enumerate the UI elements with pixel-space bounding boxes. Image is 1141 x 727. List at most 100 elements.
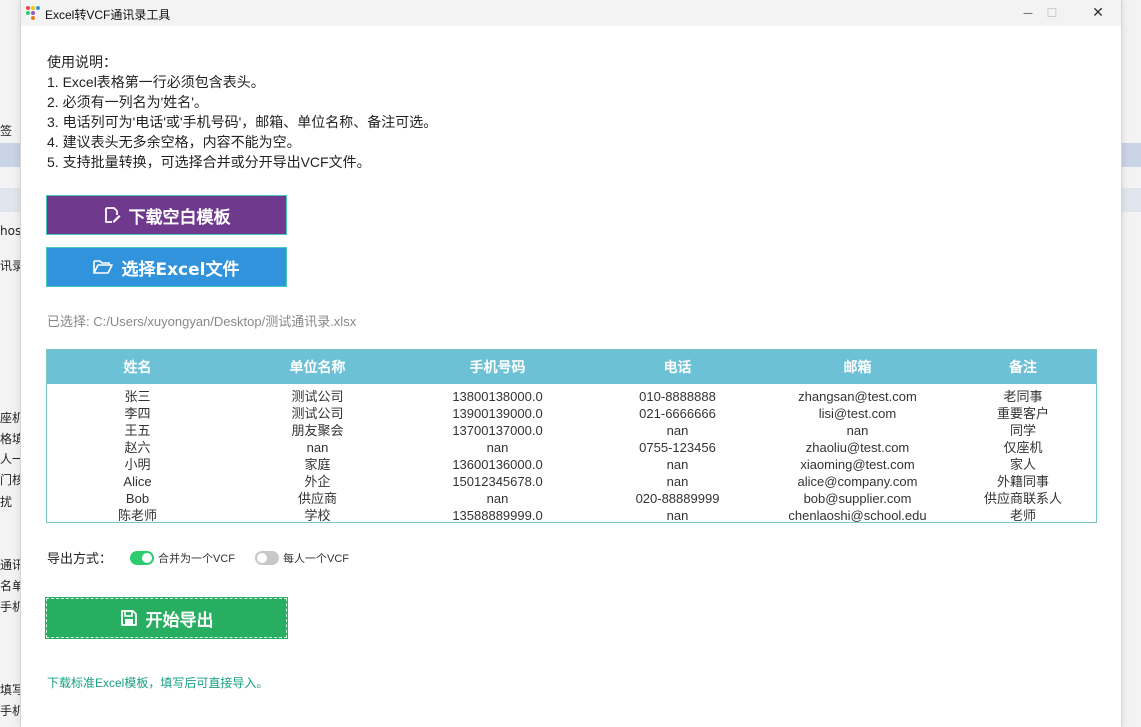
column-header[interactable]: 手机号码 (407, 350, 588, 384)
folder-open-icon (93, 260, 114, 274)
merge-vcf-label[interactable]: 合并为一个VCF (158, 550, 235, 566)
table-cell: 家庭 (304, 457, 331, 472)
background-text: 扰 (0, 495, 13, 509)
export-mode-label: 导出方式： (47, 551, 113, 566)
instructions-heading: 使用说明： (47, 54, 117, 70)
download-template-label: 下载空白模板 (128, 207, 231, 228)
table-cell: 供应商联系人 (983, 491, 1062, 506)
start-export-button[interactable]: 开始导出 (45, 597, 288, 639)
table-header-row: 姓名 单位名称 手机号码 电话 邮箱 备注 (47, 350, 1096, 384)
select-excel-label: 选择Excel文件 (121, 259, 240, 280)
maximize-button[interactable]: ☐ (1029, 0, 1075, 26)
table-cell: 测试公司 (291, 389, 344, 404)
table-row[interactable]: 王五 朋友聚会 13700137000.0 nan nan 同学 (47, 422, 1096, 439)
table-cell: 15012345678.0 (452, 474, 543, 489)
table-cell: 13800138000.0 (452, 389, 543, 404)
table-cell: nan (306, 440, 329, 455)
table-cell: 020-88889999 (635, 491, 720, 506)
maximize-icon: ☐ (1046, 6, 1058, 20)
edit-document-icon (104, 207, 120, 223)
select-excel-button[interactable]: 选择Excel文件 (46, 247, 287, 287)
table-row[interactable]: 张三 测试公司 13800138000.0 010-8888888 zhangs… (47, 388, 1096, 405)
table-cell: 测试公司 (291, 406, 344, 421)
table-cell: Alice (123, 474, 152, 489)
background-text: 签 (0, 124, 13, 138)
separate-vcf-toggle[interactable] (255, 550, 280, 565)
table-cell: nan (486, 491, 509, 506)
save-icon (120, 610, 137, 626)
background-text: hos (0, 224, 22, 238)
table-cell: alice@company.com (797, 474, 918, 489)
table-cell: 13700137000.0 (452, 423, 543, 438)
table-cell: nan (666, 508, 689, 523)
table-cell: nan (666, 423, 689, 438)
table-row[interactable]: 小明 家庭 13600136000.0 nan xiaoming@test.co… (47, 456, 1096, 473)
table-cell: 小明 (124, 457, 151, 472)
start-export-label: 开始导出 (145, 610, 214, 631)
data-preview-table[interactable]: 姓名 单位名称 手机号码 电话 邮箱 备注 张三 测试公司 1380013800… (46, 349, 1097, 523)
separate-vcf-label[interactable]: 每人一个VCF (283, 550, 349, 566)
column-header[interactable]: 备注 (948, 350, 1096, 384)
table-cell: 021-6666666 (639, 406, 716, 421)
table-cell: 重要客户 (996, 406, 1049, 421)
table-row[interactable]: 赵六 nan nan 0755-123456 zhaoliu@test.com … (47, 439, 1096, 456)
background-text: 座机 (0, 411, 22, 425)
background-text: 名单 (0, 579, 22, 593)
download-template-button[interactable]: 下载空白模板 (46, 195, 287, 235)
table-cell: 13900139000.0 (452, 406, 543, 421)
table-cell: 李四 (124, 406, 151, 421)
table-row[interactable]: 李四 测试公司 13900139000.0 021-6666666 lisi@t… (47, 405, 1096, 422)
background-text: 填写 (0, 683, 22, 697)
table-cell: zhaoliu@test.com (805, 440, 910, 455)
background-window-right (1120, 0, 1141, 727)
table-cell: 13600136000.0 (452, 457, 543, 472)
app-window: Excel转VCF通讯录工具 — ☐ ✕ 使用说明： 1. Excel表格第一行… (20, 0, 1122, 727)
table-cell: nan (846, 423, 869, 438)
table-cell: 朋友聚会 (291, 423, 344, 438)
column-header[interactable]: 单位名称 (228, 350, 407, 384)
table-cell: 仅座机 (1003, 440, 1043, 455)
table-cell: 010-8888888 (639, 389, 716, 404)
table-cell: Bob (125, 491, 150, 506)
background-window: 签 hos 讯录 座机 格填 人一 门核 扰 通讯 名单 手机 填写 手机 (0, 0, 22, 727)
instruction-line: 1. Excel表格第一行必须包含表头。 (47, 74, 265, 90)
instruction-line: 2. 必须有一列名为'姓名'。 (47, 94, 208, 110)
app-logo-icon (26, 6, 40, 20)
column-header[interactable]: 邮箱 (767, 350, 948, 384)
table-cell: 赵六 (124, 440, 151, 455)
table-cell: bob@supplier.com (803, 491, 912, 506)
background-text: 通讯 (0, 558, 22, 572)
table-cell: zhangsan@test.com (798, 389, 917, 404)
table-cell: 老同事 (1003, 389, 1043, 404)
background-row (1120, 188, 1141, 212)
table-cell: 0755-123456 (639, 440, 716, 455)
instruction-line: 3. 电话列可为'电话'或'手机号码'，邮箱、单位名称、备注可选。 (47, 114, 438, 130)
table-cell: 陈老师 (117, 508, 157, 523)
instructions: 使用说明： 1. Excel表格第一行必须包含表头。 2. 必须有一列名为'姓名… (47, 52, 437, 172)
close-icon: ✕ (1092, 5, 1104, 21)
column-header[interactable]: 电话 (588, 350, 767, 384)
table-cell: chenlaoshi@school.edu (788, 508, 927, 523)
background-text: 格填 (0, 432, 22, 446)
column-header[interactable]: 姓名 (47, 350, 228, 384)
merge-vcf-toggle[interactable] (130, 550, 155, 565)
table-cell: 王五 (124, 423, 151, 438)
close-button[interactable]: ✕ (1075, 0, 1121, 26)
table-cell: nan (486, 440, 509, 455)
window-title: Excel转VCF通讯录工具 (45, 8, 171, 22)
table-row[interactable]: Bob 供应商 nan 020-88889999 bob@supplier.co… (47, 490, 1096, 507)
background-text: 手机 (0, 600, 22, 614)
title-bar[interactable]: Excel转VCF通讯录工具 — ☐ ✕ (21, 0, 1121, 26)
table-cell: lisi@test.com (818, 406, 897, 421)
background-text: 手机 (0, 704, 22, 718)
export-mode-group: 导出方式： 合并为一个VCF 每人一个VCF (47, 548, 349, 567)
table-cell: 老师 (1009, 508, 1036, 523)
table-row[interactable]: Alice 外企 15012345678.0 nan alice@company… (47, 473, 1096, 490)
table-cell: 外籍同事 (996, 474, 1049, 489)
table-cell: xiaoming@test.com (800, 457, 915, 472)
background-row (0, 188, 22, 212)
table-cell: 供应商 (297, 491, 337, 506)
table-row[interactable]: 陈老师 学校 13588889999.0 nan chenlaoshi@scho… (47, 507, 1096, 523)
footer-note: 下载标准Excel模板，填写后可直接导入。 (47, 676, 269, 690)
table-cell: 外企 (304, 474, 331, 489)
